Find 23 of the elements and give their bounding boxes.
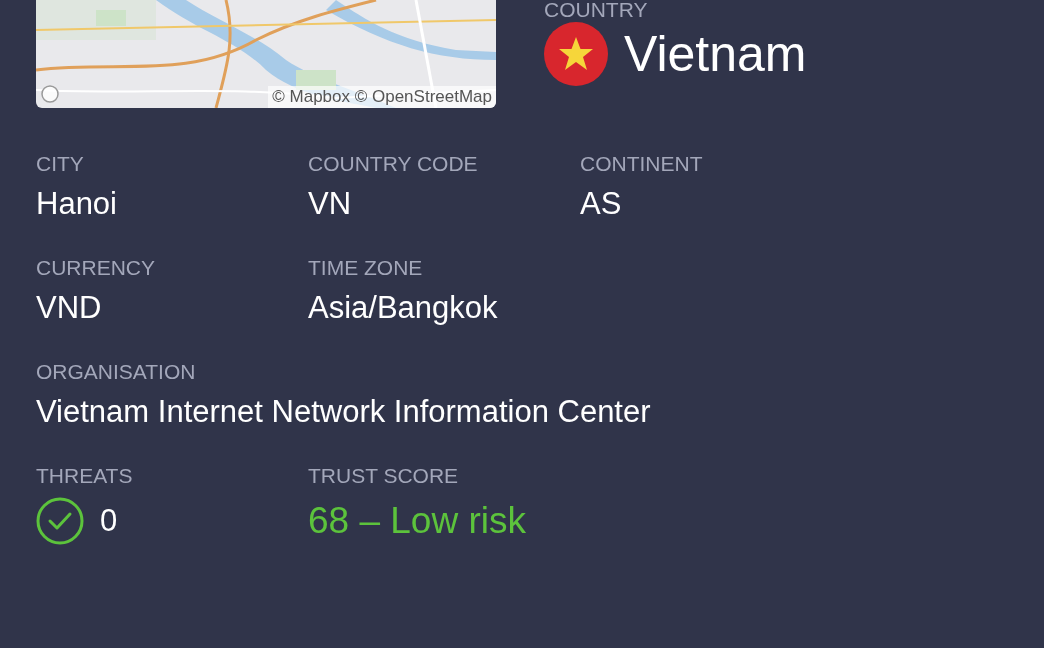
- mapbox-logo-icon[interactable]: [40, 84, 60, 104]
- map[interactable]: © Mapbox © OpenStreetMap: [36, 0, 496, 108]
- field-label: CONTINENT: [580, 151, 704, 177]
- trust-score: 68 – Low risk: [308, 499, 526, 543]
- field-label: ORGANISATION: [36, 359, 197, 385]
- country-name: Vietnam: [624, 25, 807, 84]
- country-label: COUNTRY: [544, 0, 649, 20]
- field-value: VND: [36, 289, 103, 327]
- threat-count: 0: [100, 502, 118, 540]
- field-value: VN: [308, 185, 353, 223]
- field-label: TRUST SCORE: [308, 463, 460, 489]
- map-attribution[interactable]: © Mapbox © OpenStreetMap: [268, 86, 496, 108]
- field-label: COUNTRY CODE: [308, 151, 479, 177]
- field-value: Asia/Bangkok: [308, 289, 499, 327]
- field-label: TIME ZONE: [308, 255, 424, 281]
- field-label: CITY: [36, 151, 85, 177]
- field-value: Hanoi: [36, 185, 118, 223]
- flag-icon: [544, 22, 608, 86]
- field-value: AS: [580, 185, 623, 223]
- check-circle-icon: [36, 497, 84, 545]
- field-label: THREATS: [36, 463, 134, 489]
- field-value: Vietnam Internet Network Information Center: [36, 393, 651, 431]
- field-label: CURRENCY: [36, 255, 156, 281]
